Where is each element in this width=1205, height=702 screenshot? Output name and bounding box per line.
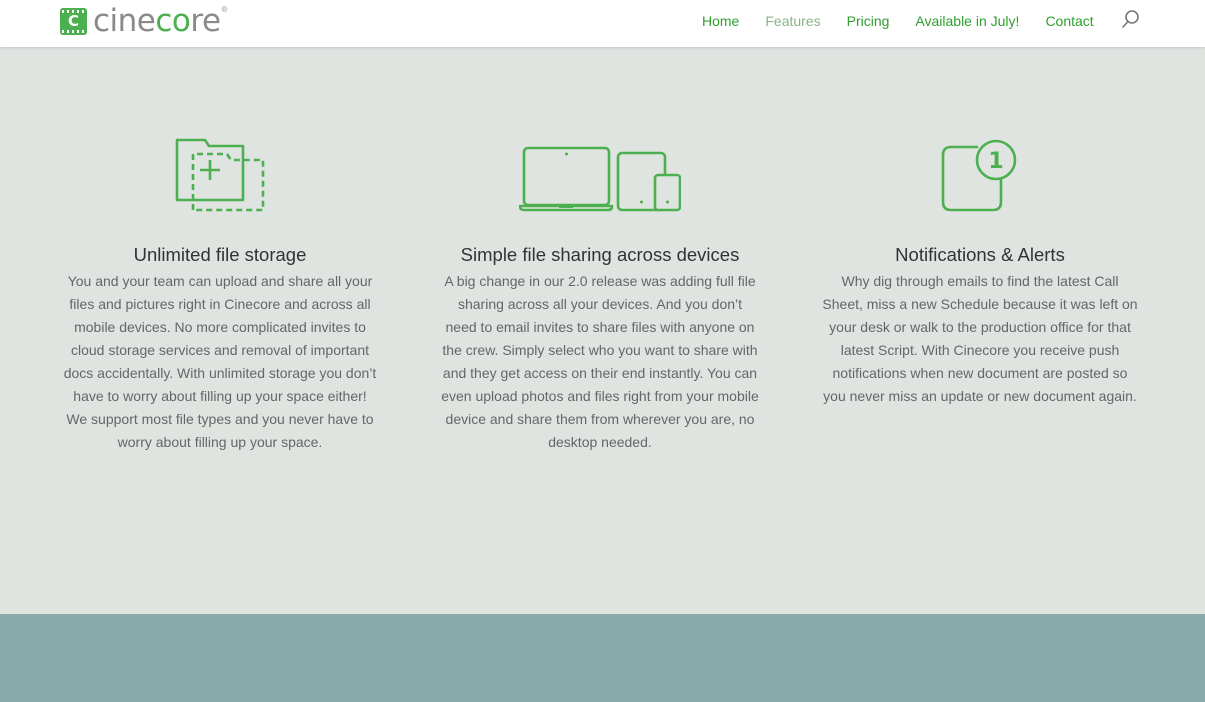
nav-features[interactable]: Features: [765, 12, 820, 30]
main-nav: Home Features Pricing Available in July!…: [702, 12, 1120, 30]
logo-mark-letter: C: [67, 11, 79, 30]
feature-description: A big change in our 2.0 release was addi…: [441, 273, 759, 450]
film-logo-icon: C: [60, 7, 87, 35]
logo-wordmark: cinecore: [93, 2, 221, 39]
nav-available-in-july[interactable]: Available in July!: [915, 12, 1019, 30]
nav-home[interactable]: Home: [702, 12, 739, 30]
feature-description: You and your team can upload and share a…: [63, 273, 377, 450]
site-header: C cinecore ® Home Features Pricing Avail…: [0, 0, 1205, 47]
feature-file-sharing: Simple file sharing across devices A big…: [435, 130, 765, 454]
feature-description: Why dig through emails to find the lates…: [822, 273, 1138, 404]
next-section-band: [0, 614, 1205, 702]
devices-icon: [519, 146, 681, 212]
cinecore-logo[interactable]: C cinecore ®: [60, 5, 227, 37]
nav-pricing[interactable]: Pricing: [847, 12, 890, 30]
notification-badge-icon: 1: [941, 139, 1017, 212]
registered-mark: ®: [221, 4, 228, 14]
badge-count: 1: [988, 149, 1003, 174]
feature-unlimited-storage: Unlimited file storage You and your team…: [55, 130, 385, 454]
feature-title: Notifications & Alerts: [895, 244, 1065, 265]
feature-notifications: 1 Notifications & Alerts Why dig through…: [815, 130, 1145, 408]
search-icon[interactable]: [1121, 9, 1141, 29]
feature-title: Simple file sharing across devices: [460, 244, 740, 265]
nav-contact[interactable]: Contact: [1045, 12, 1093, 30]
feature-title: Unlimited file storage: [133, 244, 307, 265]
folder-add-icon: [175, 138, 265, 212]
